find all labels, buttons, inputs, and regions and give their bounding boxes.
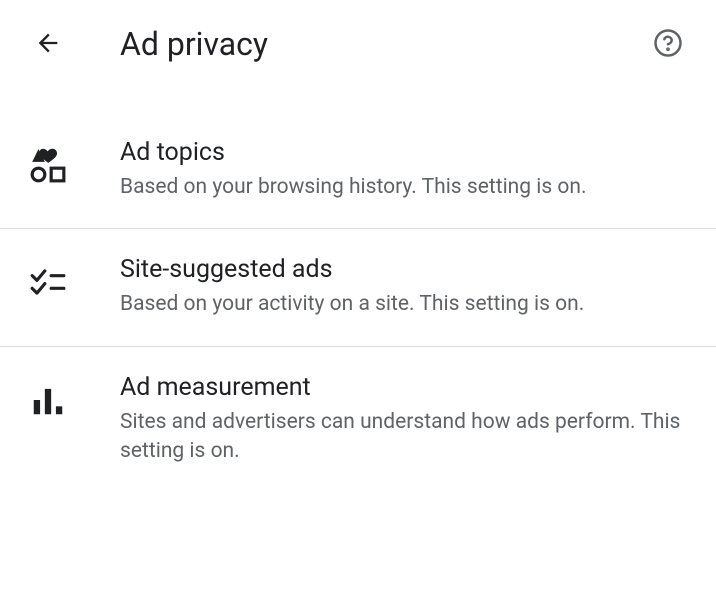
topics-icon: [28, 146, 68, 184]
bar-chart-icon: [28, 381, 68, 419]
setting-content: Site-suggested ads Based on your activit…: [120, 255, 686, 319]
setting-description: Sites and advertisers can understand how…: [120, 408, 686, 467]
setting-content: Ad topics Based on your browsing history…: [120, 138, 686, 202]
page-title: Ad privacy: [120, 25, 268, 63]
setting-item-ad-measurement[interactable]: Ad measurement Sites and advertisers can…: [0, 347, 716, 493]
setting-description: Based on your activity on a site. This s…: [120, 290, 686, 319]
help-circle-icon: [653, 28, 683, 61]
header-bar: Ad privacy: [0, 0, 716, 88]
setting-description: Based on your browsing history. This set…: [120, 173, 686, 202]
setting-content: Ad measurement Sites and advertisers can…: [120, 373, 686, 467]
setting-title: Ad topics: [120, 138, 686, 167]
setting-title: Ad measurement: [120, 373, 686, 402]
arrow-left-icon: [34, 29, 62, 60]
settings-list: Ad topics Based on your browsing history…: [0, 112, 716, 493]
setting-title: Site-suggested ads: [120, 255, 686, 284]
back-button[interactable]: [28, 24, 68, 64]
setting-item-site-suggested-ads[interactable]: Site-suggested ads Based on your activit…: [0, 229, 716, 346]
help-button[interactable]: [648, 24, 688, 64]
checklist-icon: [28, 263, 68, 301]
setting-item-ad-topics[interactable]: Ad topics Based on your browsing history…: [0, 112, 716, 229]
